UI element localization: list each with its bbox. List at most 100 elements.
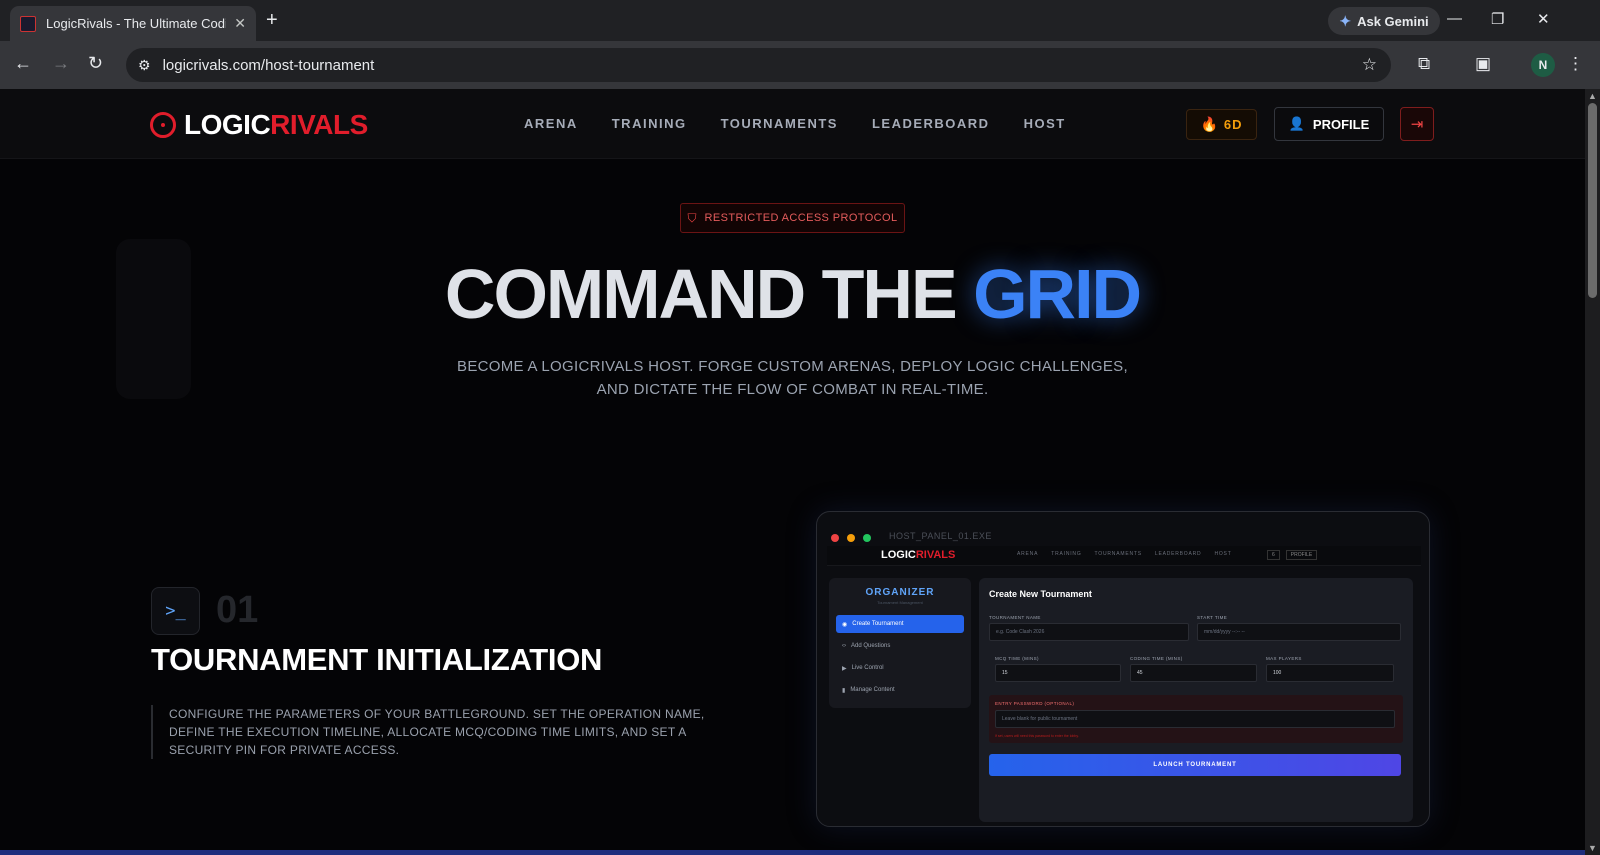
- preview-sidebar-item: ◉ Create Tournament: [836, 615, 964, 633]
- preview-sidebar-item-label: Create Tournament: [852, 621, 904, 627]
- hero-title-main: COMMAND THE: [444, 255, 974, 333]
- site-logo[interactable]: LOGIC RIVALS: [150, 109, 368, 141]
- preview-nav-link: HOST: [1214, 551, 1232, 557]
- preview-sidebar-item-label: Add Questions: [851, 643, 891, 649]
- scrollbar-thumb[interactable]: [1588, 103, 1597, 298]
- new-tab-button[interactable]: +: [266, 9, 278, 32]
- tab-close-icon[interactable]: ✕: [234, 15, 246, 32]
- preview-sidebar-item: ‹› Add Questions: [836, 637, 964, 655]
- gemini-icon: ✦: [1339, 12, 1352, 29]
- nav-link-arena[interactable]: ARENA: [524, 116, 578, 131]
- window-minimize-dot-icon: [847, 534, 855, 542]
- preview-start-field: mm/dd/yyyy --:-- --: [1197, 623, 1401, 641]
- scroll-down-icon[interactable]: ▼: [1588, 843, 1597, 853]
- ask-gemini-label: Ask Gemini: [1357, 13, 1429, 29]
- profile-label: PROFILE: [1312, 116, 1370, 132]
- nav-link-leaderboard[interactable]: LEADERBOARD: [872, 116, 990, 131]
- preview-password-hint: If set, users will need this password to…: [995, 734, 1079, 738]
- streak-value: 6D: [1223, 117, 1243, 132]
- tab-search-icon[interactable]: ▣: [1475, 54, 1491, 74]
- browser-profile-avatar[interactable]: N: [1531, 53, 1555, 77]
- logo-text-logic: LOGIC: [184, 109, 271, 140]
- hero-title: COMMAND THE GRID: [0, 254, 1585, 334]
- logo-text-rivals: RIVALS: [270, 109, 368, 140]
- preview-nav-actions: 6 PROFILE: [1267, 550, 1318, 560]
- step-description: CONFIGURE THE PARAMETERS OF YOUR BATTLEG…: [151, 705, 751, 759]
- preview-nav: LOGICRIVALS ARENA TRAINING TOURNAMENTS L…: [827, 546, 1421, 566]
- preview-nav-link: TOURNAMENTS: [1094, 551, 1142, 557]
- main-nav: ARENA TRAINING TOURNAMENTS LEADERBOARD H…: [524, 116, 1066, 131]
- reload-icon[interactable]: ↻: [88, 53, 103, 74]
- streak-badge: 🔥 6D: [1186, 109, 1257, 140]
- preview-max-field: 100: [1266, 664, 1394, 682]
- tab-title: LogicRivals - The Ultimate Codi: [46, 16, 226, 31]
- preview-window-title: HOST_PANEL_01.EXE: [889, 531, 992, 541]
- preview-password-field: Leave blank for public tournament: [995, 710, 1395, 728]
- step-number: 01: [216, 589, 259, 631]
- preview-eye-icon: ◉: [842, 621, 848, 628]
- terminal-icon: >_: [151, 587, 200, 635]
- preview-mcq-field: 15: [995, 664, 1121, 682]
- preview-coding-field: 45: [1130, 664, 1257, 682]
- hero-title-accent: GRID: [973, 255, 1142, 333]
- preview-password-label: ENTRY PASSWORD (OPTIONAL): [995, 701, 1075, 706]
- logout-button[interactable]: ⇥: [1400, 107, 1434, 141]
- nav-link-host[interactable]: HOST: [1024, 116, 1066, 131]
- preview-start-label: START TIME: [1197, 615, 1228, 620]
- flame-icon: 🔥: [1200, 116, 1218, 132]
- browser-tab[interactable]: LogicRivals - The Ultimate Codi ✕: [10, 6, 256, 41]
- preview-name-field: e.g. Code Clash 2026: [989, 623, 1189, 641]
- browser-tab-strip: LogicRivals - The Ultimate Codi ✕ + ✦ As…: [0, 0, 1600, 41]
- minimize-icon[interactable]: —: [1447, 10, 1462, 27]
- nav-link-training[interactable]: TRAINING: [612, 116, 687, 131]
- user-icon: 👤: [1288, 116, 1305, 131]
- preview-trash-icon: ▮: [842, 687, 846, 694]
- preview-sidebar-subtitle: Tournament Management: [877, 600, 923, 605]
- preview-nav-links: ARENA TRAINING TOURNAMENTS LEADERBOARD H…: [1017, 551, 1232, 557]
- shield-icon: ⛉: [687, 210, 697, 225]
- window-close-dot-icon: [831, 534, 839, 542]
- preview-sidebar-item-label: Manage Content: [850, 687, 895, 693]
- restore-icon[interactable]: ❐: [1491, 10, 1504, 28]
- bookmark-star-icon[interactable]: ☆: [1362, 55, 1377, 75]
- preview-nav-link: ARENA: [1017, 551, 1039, 557]
- site-settings-icon[interactable]: ⚙: [138, 57, 151, 74]
- badge-label: RESTRICTED ACCESS PROTOCOL: [704, 212, 898, 224]
- page-scrollbar[interactable]: ▲ ▼: [1585, 89, 1600, 855]
- preview-nav-link: TRAINING: [1051, 551, 1082, 557]
- browser-menu-icon[interactable]: ⋮: [1567, 54, 1584, 74]
- site-header: LOGIC RIVALS ARENA TRAINING TOURNAMENTS …: [0, 89, 1585, 159]
- preview-form-title: Create New Tournament: [989, 589, 1092, 599]
- ask-gemini-button[interactable]: ✦ Ask Gemini: [1328, 7, 1440, 35]
- preview-logo-rivals: RIVALS: [915, 549, 956, 561]
- close-window-icon[interactable]: ✕: [1537, 10, 1550, 28]
- preview-sidebar-title: ORGANIZER: [865, 587, 935, 598]
- nav-link-tournaments[interactable]: TOURNAMENTS: [721, 116, 838, 131]
- preview-sidebar: ORGANIZER Tournament Management ◉ Create …: [829, 578, 971, 708]
- preview-max-label: MAX PLAYERS: [1266, 656, 1302, 661]
- back-icon[interactable]: ←: [14, 53, 32, 74]
- preview-play-icon: ▶: [842, 665, 847, 672]
- address-bar[interactable]: ⚙ logicrivals.com/host-tournament ☆: [126, 48, 1391, 82]
- site-favicon-icon: [20, 15, 36, 32]
- browser-toolbar: ← → ↻ ⚙ logicrivals.com/host-tournament …: [0, 41, 1600, 89]
- forward-icon[interactable]: →: [52, 53, 70, 74]
- scroll-up-icon[interactable]: ▲: [1588, 91, 1597, 101]
- preview-sidebar-item: ▮ Manage Content: [836, 681, 964, 699]
- preview-streak: 6: [1267, 550, 1280, 560]
- profile-button[interactable]: 👤 PROFILE: [1274, 107, 1384, 141]
- preview-sidebar-item: ▶ Live Control: [836, 659, 964, 677]
- bottom-accent-line: [0, 850, 1585, 855]
- preview-code-icon: ‹›: [842, 643, 846, 649]
- url-text[interactable]: logicrivals.com/host-tournament: [163, 57, 375, 74]
- window-maximize-dot-icon: [863, 534, 871, 542]
- step-title: TOURNAMENT INITIALIZATION: [151, 642, 603, 677]
- preview-form: Create New Tournament TOURNAMENT NAME e.…: [979, 578, 1413, 822]
- preview-nav-link: LEADERBOARD: [1154, 551, 1202, 557]
- page-content: LOGIC RIVALS ARENA TRAINING TOURNAMENTS …: [0, 89, 1585, 855]
- preview-launch-button: LAUNCH TOURNAMENT: [989, 754, 1401, 776]
- preview-logo: LOGICRIVALS: [881, 549, 955, 561]
- extensions-icon[interactable]: ⧉: [1418, 54, 1430, 74]
- hero-subtitle: BECOME A LOGICRIVALS HOST. FORGE CUSTOM …: [457, 358, 1128, 398]
- restricted-access-badge: ⛉ RESTRICTED ACCESS PROTOCOL: [680, 203, 905, 233]
